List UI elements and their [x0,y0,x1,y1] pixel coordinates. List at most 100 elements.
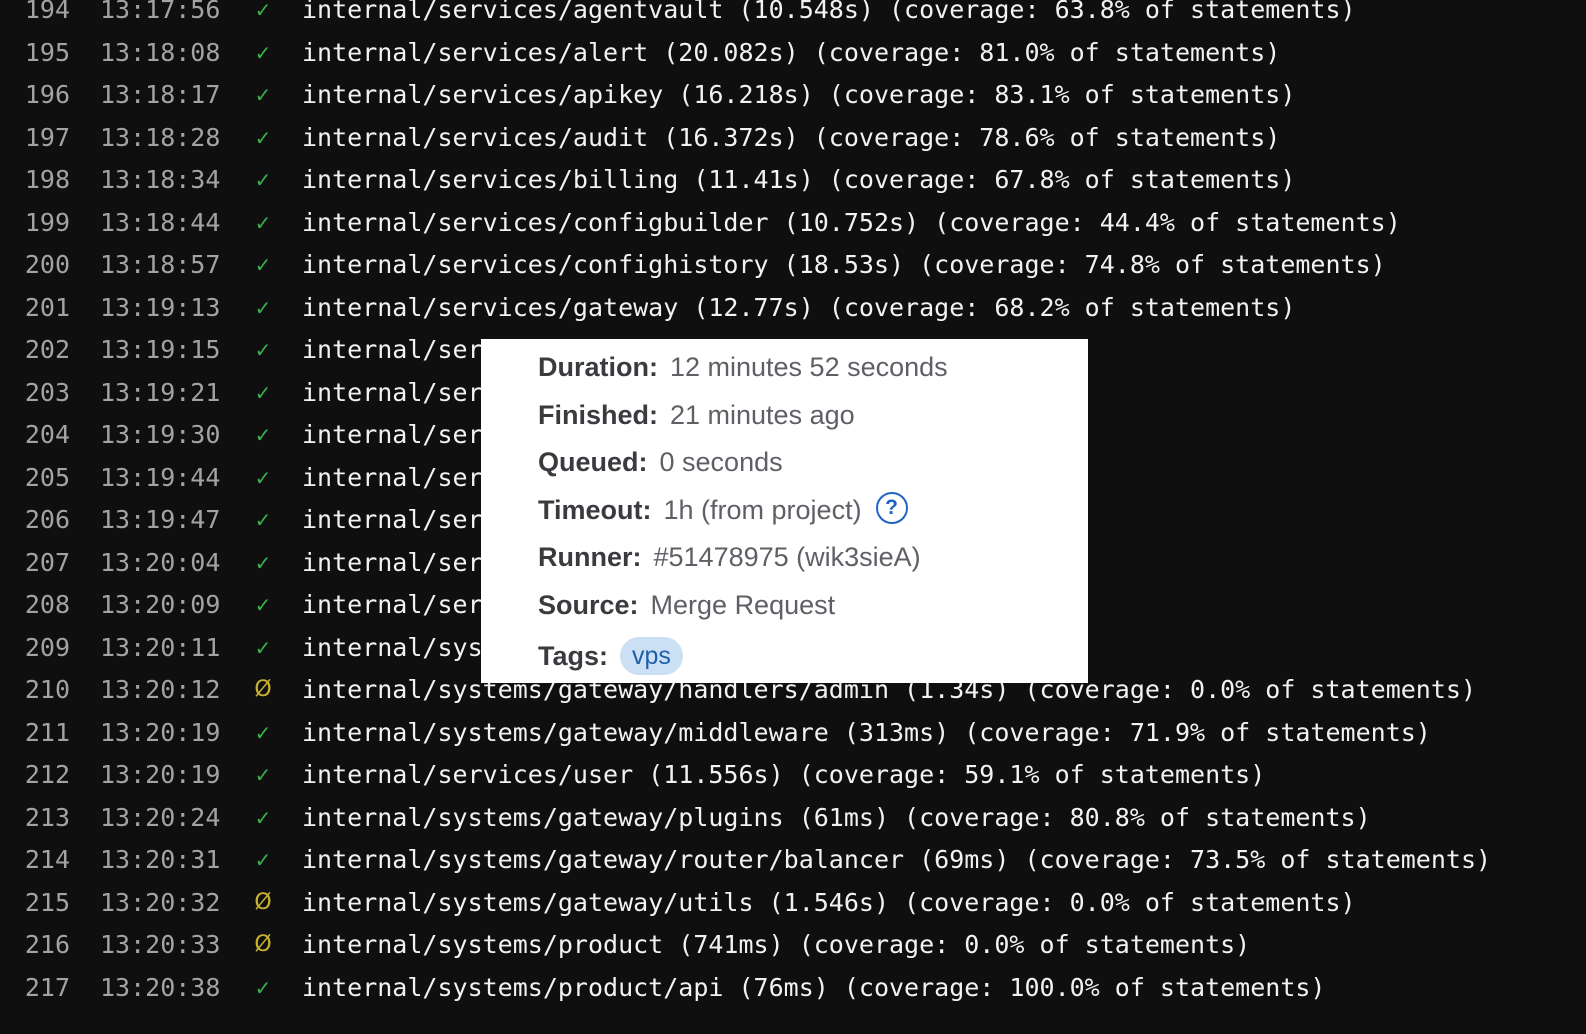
question-circle-icon[interactable]: ? [875,492,908,525]
finished-value: 21 minutes ago [670,399,855,430]
check-icon: ✓ [254,423,272,447]
timestamp: 13:19:47 [100,505,221,534]
log-line: 195 13:18:08 ✓ internal/services/alert (20.… [0,32,1586,75]
timeout-label: Timeout: [538,494,652,525]
timestamp: 13:20:24 [100,802,221,832]
skip-icon: Ø [254,889,272,915]
line-number[interactable]: 216 [0,924,70,967]
timestamp: 13:19:44 [100,462,221,492]
line-number[interactable]: 206 [0,499,70,542]
line-number[interactable]: 203 [0,372,70,415]
line-number[interactable]: 208 [0,584,70,627]
line-number[interactable]: 197 [0,117,70,160]
line-number[interactable]: 217 [0,967,70,1010]
log-message: internal/systems/gateway/plugins (61ms) … [302,802,1371,832]
runner-label: Runner: [538,542,642,572]
line-number[interactable]: 211 [0,712,70,755]
timestamp: 13:19:21 [100,377,221,407]
line-number[interactable]: 207 [0,542,70,585]
log-line: 214 13:20:31 ✓ internal/systems/gateway/rou… [0,839,1586,882]
line-number[interactable]: 205 [0,457,70,500]
timestamp: 13:18:44 [100,207,221,237]
log-line: 199 13:18:44 ✓ internal/services/configbuil… [0,202,1586,245]
check-icon: ✓ [254,125,272,150]
timestamp: 13:19:13 [100,292,221,322]
finished-row: Finished: 21 minutes ago [538,395,1088,443]
runner-value: #51478975 (wik3sieA) [653,542,921,572]
check-icon: ✓ [254,593,272,617]
tags-label: Tags: [538,641,609,671]
timestamp: 13:20:04 [100,547,221,577]
timestamp: 13:20:32 [100,887,221,917]
line-number[interactable]: 198 [0,159,70,202]
line-number[interactable]: 215 [0,882,70,925]
skip-icon: Ø [254,677,272,702]
line-number[interactable]: 196 [0,74,70,117]
timestamp: 13:18:08 [100,37,221,67]
timestamp: 13:20:19 [100,760,221,789]
check-icon: ✓ [254,253,272,277]
timestamp: 13:18:34 [100,165,221,194]
timestamp: 13:20:09 [100,590,221,619]
check-icon: ✓ [254,465,272,490]
log-line: 200 13:18:57 ✓ internal/services/confighist… [0,244,1586,287]
runner-row: Runner: #51478975 (wik3sieA) [538,537,1088,585]
line-number[interactable]: 212 [0,754,70,797]
log-line: 201 13:19:13 ✓ internal/services/gateway (1… [0,287,1586,330]
log-line: 197 13:18:28 ✓ internal/services/audit (16.… [0,117,1586,160]
line-number[interactable]: 204 [0,414,70,457]
tag-badge: vps [620,636,683,675]
log-message: internal/systems/gateway/utils (1.546s) … [302,887,1356,917]
check-icon: ✓ [254,763,272,787]
check-icon: ✓ [254,295,272,320]
line-number[interactable]: 214 [0,839,70,882]
line-number[interactable]: 195 [0,32,70,75]
timestamp: 13:19:30 [100,420,221,449]
log-message: internal/services/billing (11.41s) (cove… [302,165,1296,194]
check-icon: ✓ [254,508,272,532]
check-icon: ✓ [254,805,272,830]
source-row: Source: Merge Request [538,585,1088,633]
finished-label: Finished: [538,399,658,430]
line-number[interactable]: 202 [0,329,70,372]
check-icon: ✓ [254,720,272,745]
log-line: 216 13:20:33 Øinternal/systems/product (74… [0,924,1586,967]
line-number[interactable]: 201 [0,287,70,330]
line-number[interactable]: 210 [0,669,70,712]
check-icon: ✓ [254,635,272,660]
log-line: 217 13:20:38 ✓ internal/systems/product/api… [0,967,1586,1010]
log-message: internal/services/user (11.556s) (covera… [302,760,1266,789]
timestamp: 13:20:33 [100,930,221,959]
timestamp: 13:20:11 [100,632,221,662]
source-value: Merge Request [650,589,836,620]
check-icon: ✓ [254,210,272,235]
check-icon: ✓ [254,338,272,362]
log-line: 215 13:20:32 Øinternal/systems/gateway/uti… [0,882,1586,925]
queued-label: Queued: [538,447,648,477]
queued-value: 0 seconds [659,447,783,477]
timestamp: 13:18:28 [100,122,221,152]
check-icon: ✓ [254,550,272,575]
check-icon: ✓ [254,380,272,405]
skip-icon: Ø [254,932,272,957]
line-number[interactable]: 209 [0,627,70,670]
log-message: internal/services/configbuilder (10.752s… [302,207,1401,237]
log-line: 213 13:20:24 ✓ internal/systems/gateway/plu… [0,797,1586,840]
line-number[interactable]: 200 [0,244,70,287]
check-icon: ✓ [254,83,272,107]
line-number[interactable]: 213 [0,797,70,840]
line-number[interactable]: 199 [0,202,70,245]
log-line: 211 13:20:19 ✓ internal/systems/gateway/mid… [0,712,1586,755]
timeout-value: 1h (from project) [663,494,862,525]
line-number[interactable]: 194 [0,0,70,32]
check-icon: ✓ [254,168,272,192]
check-icon: ✓ [254,848,272,872]
timeout-row: Timeout: 1h (from project)? [538,490,1088,538]
timestamp: 13:18:17 [100,80,221,109]
check-icon: ✓ [254,975,272,1000]
timestamp: 13:20:38 [100,972,221,1002]
timestamp: 13:20:19 [100,717,221,747]
timestamp: 13:20:31 [100,845,221,874]
tags-row: Tags: vps [538,632,1088,682]
log-message: internal/services/gateway (12.77s) (cove… [302,292,1296,322]
